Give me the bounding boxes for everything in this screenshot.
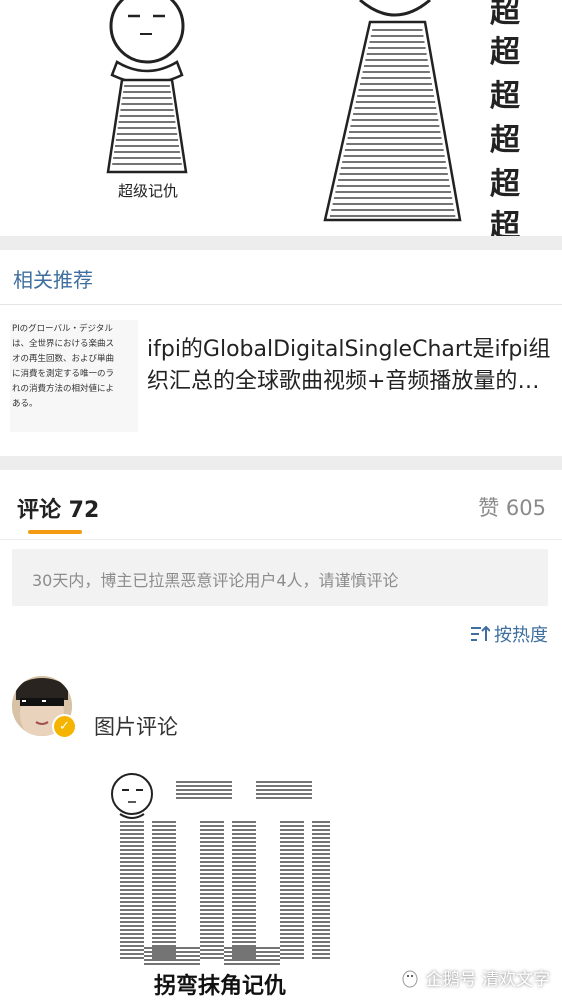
thumbnail-text-line: は、全世界における楽曲ス	[12, 339, 115, 349]
comment-text: 图片评论	[94, 715, 178, 739]
tab-likes[interactable]: 赞 605	[478, 492, 546, 522]
comment-image-caption: 拐弯抹角记仇	[154, 973, 286, 999]
tab-comments[interactable]: 评论 72	[17, 492, 99, 524]
meme-char: 超	[490, 209, 521, 236]
related-section: 相关推荐 PIのグローバル・デジタル は、全世界における楽曲ス オの再生回数、お…	[0, 250, 562, 456]
meme-image-top[interactable]: 超级记仇 超 超 超 超 超 超	[0, 0, 562, 236]
thumbnail-text-line: オの再生回数、および単曲	[12, 354, 115, 364]
thumbnail-text-line: ある。	[12, 399, 38, 409]
meme-char: 超	[490, 79, 521, 114]
thumbnail-text-line: PIのグローバル・デジタル	[12, 324, 113, 334]
watermark: 企鹅号 清欢文字	[400, 965, 550, 990]
divider	[0, 304, 562, 305]
meme-caption: 超级记仇	[118, 182, 178, 200]
sort-icon	[471, 625, 490, 641]
section-separator	[0, 236, 562, 250]
watermark-text: 企鹅号 清欢文字	[425, 970, 550, 990]
meme-char: 超	[490, 0, 521, 30]
penguin-icon	[402, 970, 418, 987]
thumbnail-text-line: れの消費方法の相対値によ	[12, 384, 115, 394]
notice-text: 30天内，博主已拉黑恶意评论用户4人，请谨慎评论	[32, 571, 399, 590]
meme-char: 超	[490, 35, 521, 70]
related-title: 相关推荐	[13, 268, 93, 292]
meme-char: 超	[490, 167, 521, 202]
related-article-thumbnail[interactable]: PIのグローバル・デジタル は、全世界における楽曲ス オの再生回数、および単曲 …	[10, 320, 138, 432]
sort-by-hot-button[interactable]: 按热度	[470, 621, 548, 647]
active-tab-indicator	[28, 530, 82, 534]
comment-notice: 30天内，博主已拉黑恶意评论用户4人，请谨慎评论	[12, 549, 548, 606]
section-separator	[0, 456, 562, 470]
comments-header: 评论 72 赞 605	[0, 470, 562, 540]
comment-image[interactable]: 拐弯抹角记仇	[100, 760, 340, 1000]
sort-label: 按热度	[494, 625, 548, 646]
meme-char: 超	[490, 123, 521, 158]
divider	[0, 539, 562, 540]
thumbnail-text-line: に消費を測定する唯一のラ	[12, 369, 115, 379]
comment-meme-drawing: 拐弯抹角记仇	[111, 773, 330, 999]
meme-drawing: 超级记仇 超 超 超 超 超 超	[106, 0, 521, 236]
verified-badge-icon: ✓	[52, 714, 77, 739]
related-article-title[interactable]: ifpi的GlobalDigitalSingleChart是ifpi组织汇总的全…	[147, 334, 552, 398]
